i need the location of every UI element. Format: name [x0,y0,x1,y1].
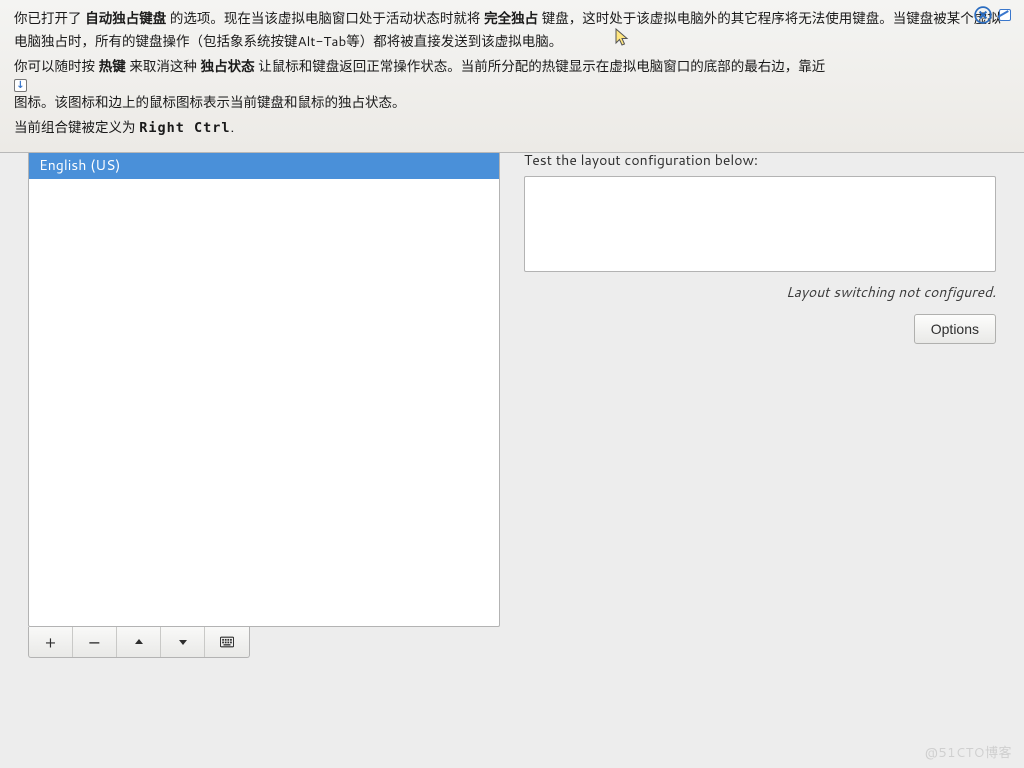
watermark-text: @51CTO博客 [925,742,1012,762]
layout-switch-note: Layout switching not configured. [524,282,996,302]
test-layout-input[interactable] [524,176,996,272]
host-indicator-icon: ↓ [14,79,27,92]
show-keyboard-button[interactable] [205,627,249,657]
move-up-button[interactable] [117,627,161,657]
keyboard-layout-list[interactable]: English (US) [28,150,500,627]
host-capture-icon [996,6,1014,24]
move-down-button[interactable] [161,627,205,657]
remove-layout-button[interactable]: − [73,627,117,657]
overlay-paragraph-3: 当前组合键被定义为 Right Ctrl. [14,117,1010,140]
list-item[interactable]: English (US) [29,151,499,179]
options-button[interactable]: Options [914,314,996,344]
add-layout-button[interactable]: + [29,627,73,657]
layout-toolbar: + − [28,627,250,658]
overlay-paragraph-1: 你已打开了 自动独占键盘 的选项。现在当该虚拟电脑窗口处于活动状态时就将 完全独… [14,8,1010,54]
test-layout-label: Test the layout configuration below: [524,150,996,170]
vm-host-overlay: 你已打开了 自动独占键盘 的选项。现在当该虚拟电脑窗口处于活动状态时就将 完全独… [0,0,1024,153]
overlay-paragraph-2: 你可以随时按 热键 来取消这种 独占状态 让鼠标和键盘返回正常操作状态。当前所分… [14,56,1010,115]
close-overlay-icon[interactable] [974,6,992,24]
